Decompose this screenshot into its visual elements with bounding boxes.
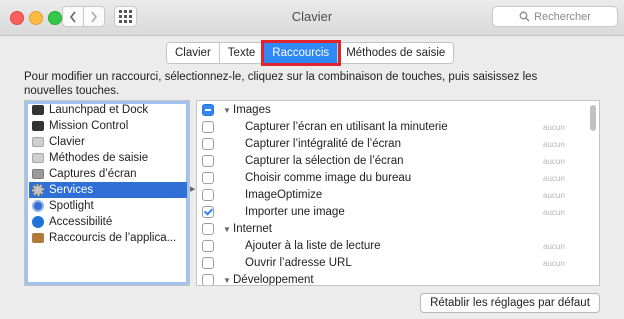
search-icon [519,11,530,22]
shortcut-label: Ouvrir l’adresse URL [245,257,352,269]
sidebar-item-clavier[interactable]: Clavier [29,134,187,150]
scrollbar-thumb[interactable] [590,105,596,131]
group-row-images[interactable]: ▼ Images [197,102,587,118]
mission-control-icon [32,121,44,131]
sidebar-item-mission-control[interactable]: Mission Control [29,118,187,134]
sidebar-item-captures[interactable]: Captures d’écran [29,166,187,182]
input-methods-icon [32,153,44,163]
shortcut-checkbox[interactable] [202,138,214,150]
shortcut-row[interactable]: Ajouter à la liste de lecture aucun [197,238,587,254]
shortcut-keys[interactable]: aucun [543,208,565,217]
sidebar-item-label: Launchpad et Dock [49,104,149,116]
launchpad-icon [32,105,44,115]
shortcut-checkbox[interactable] [202,121,214,133]
disclosure-triangle-icon[interactable]: ▼ [223,276,231,285]
sidebar-item-label: Accessibilité [49,216,113,228]
shortcut-label: Ajouter à la liste de lecture [245,240,381,252]
shortcut-checkbox[interactable] [202,240,214,252]
group-row-internet[interactable]: ▼ Internet [197,221,587,237]
gear-icon [32,184,44,196]
sidebar-item-methodes-de-saisie[interactable]: Méthodes de saisie [29,150,187,166]
search-placeholder: Rechercher [534,10,591,23]
shortcut-row[interactable]: Capturer l’intégralité de l’écran aucun [197,136,587,152]
sidebar-item-label: Captures d’écran [49,168,137,180]
shortcut-row[interactable]: Importer une image aucun [197,204,587,220]
shortcut-row[interactable]: Capturer l’écran en utilisant la minuter… [197,119,587,135]
spotlight-icon [32,200,44,212]
restore-defaults-button[interactable]: Rétablir les réglages par défaut [420,293,600,313]
shortcut-label: ImageOptimize [245,189,323,201]
title-bar: Clavier Rechercher [0,0,624,36]
tab-methodes-de-saisie[interactable]: Méthodes de saisie [338,43,453,63]
sidebar-item-app-shortcuts[interactable]: Raccourcis de l’applica... [29,230,187,246]
shortcut-label: Choisir comme image du bureau [245,172,412,184]
tab-bar: Clavier Texte Raccourcis Méthodes de sai… [166,40,455,66]
shortcut-checkbox[interactable] [202,257,214,269]
shortcut-keys[interactable]: aucun [543,174,565,183]
shortcut-keys[interactable]: aucun [543,259,565,268]
sidebar-item-label: Services [49,184,94,196]
shortcut-keys[interactable]: aucun [543,242,565,251]
shortcut-keys[interactable]: aucun [543,191,565,200]
sidebar-item-accessibilite[interactable]: Accessibilité [29,214,187,230]
shortcut-checkbox[interactable] [202,206,214,218]
tab-clavier[interactable]: Clavier [167,43,220,63]
sidebar-item-label: Raccourcis de l’applica... [49,232,177,244]
sidebar-item-label: Méthodes de saisie [49,152,149,164]
shortcut-row[interactable]: Choisir comme image du bureau aucun [197,170,587,186]
shortcut-keys[interactable]: aucun [543,140,565,149]
accessibility-icon [32,216,44,228]
disclosure-triangle-icon[interactable]: ▼ [223,106,231,115]
sidebar-item-label: Mission Control [49,120,129,132]
group-label: Développement [233,274,314,286]
tab-texte[interactable]: Texte [220,43,265,63]
shortcut-row[interactable]: Ouvrir l’adresse URL aucun [197,255,587,271]
shortcut-row[interactable]: ImageOptimize aucun [197,187,587,203]
category-list[interactable]: Launchpad et Dock Mission Control Clavie… [24,100,190,286]
shortcut-keys[interactable]: aucun [543,157,565,166]
sidebar-item-label: Spotlight [49,200,94,212]
sidebar-item-services[interactable]: Services [29,182,187,198]
sidebar-item-launchpad[interactable]: Launchpad et Dock [29,102,187,118]
tab-raccourcis[interactable]: Raccourcis [261,40,342,66]
shortcut-label: Capturer l’écran en utilisant la minuter… [245,121,448,133]
group-row-developpement[interactable]: ▼ Développement [197,272,587,286]
group-checkbox[interactable] [202,104,214,116]
shortcut-label: Importer une image [245,206,345,218]
sidebar-item-label: Clavier [49,136,85,148]
instructions-text: Pour modifier un raccourci, sélectionnez… [24,71,538,97]
disclosure-triangle-icon[interactable]: ▼ [223,225,231,234]
search-field[interactable]: Rechercher [492,6,618,27]
shortcut-checkbox[interactable] [202,172,214,184]
shortcut-label: Capturer l’intégralité de l’écran [245,138,401,150]
screenshot-icon [32,169,44,179]
shortcut-row[interactable]: Capturer la sélection de l’écran aucun [197,153,587,169]
group-label: Images [233,104,271,116]
group-checkbox[interactable] [202,223,214,235]
shortcut-checkbox[interactable] [202,155,214,167]
group-label: Internet [233,223,272,235]
shortcut-checkbox[interactable] [202,189,214,201]
shortcut-keys[interactable]: aucun [543,123,565,132]
sidebar-item-spotlight[interactable]: Spotlight [29,198,187,214]
app-shortcuts-icon [32,233,44,243]
group-checkbox[interactable] [202,274,214,285]
keyboard-icon [32,137,44,147]
shortcut-label: Capturer la sélection de l’écran [245,155,404,167]
shortcuts-list[interactable]: ▼ Images Capturer l’écran en utilisant l… [196,100,600,286]
